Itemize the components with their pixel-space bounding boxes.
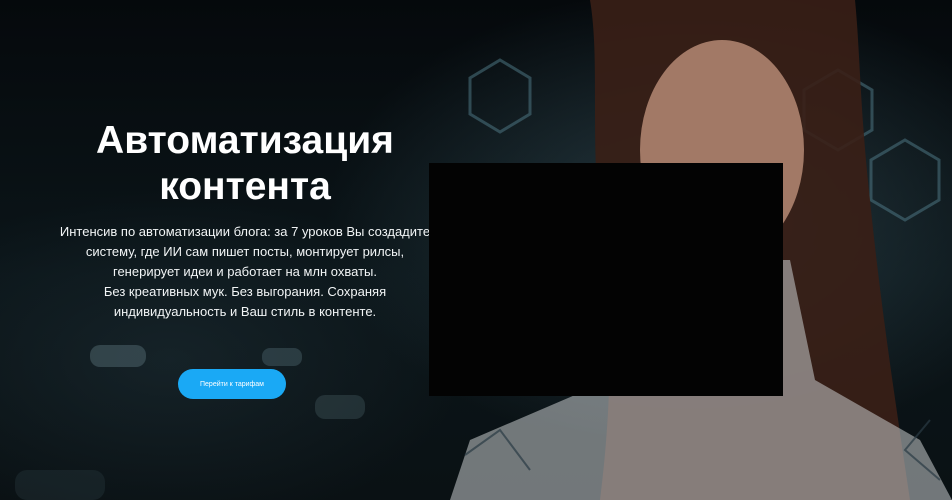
media-placeholder[interactable] (429, 163, 783, 396)
go-to-pricing-button[interactable]: Перейти к тарифам (178, 369, 286, 399)
hero-description-line: Без креативных мук. Без выгорания. Сохра… (103, 284, 387, 299)
hero-text-block: Автоматизация контента Интенсив по автом… (40, 118, 450, 322)
hero-description-line: систему, где ИИ сам пишет посты, монтиру… (85, 244, 405, 259)
hero-title: Автоматизация контента (96, 119, 394, 208)
hero-description-line: индивидуальность и Ваш стиль в контенте. (113, 304, 377, 319)
hero-description: Интенсив по автоматизации блога: за 7 ур… (40, 222, 450, 322)
hero-section: Автоматизация контента Интенсив по автом… (0, 0, 952, 500)
hero-description-line: генерирует идеи и работает на млн охваты… (113, 264, 377, 279)
hero-description-line: Интенсив по автоматизации блога: за 7 ур… (59, 224, 431, 239)
